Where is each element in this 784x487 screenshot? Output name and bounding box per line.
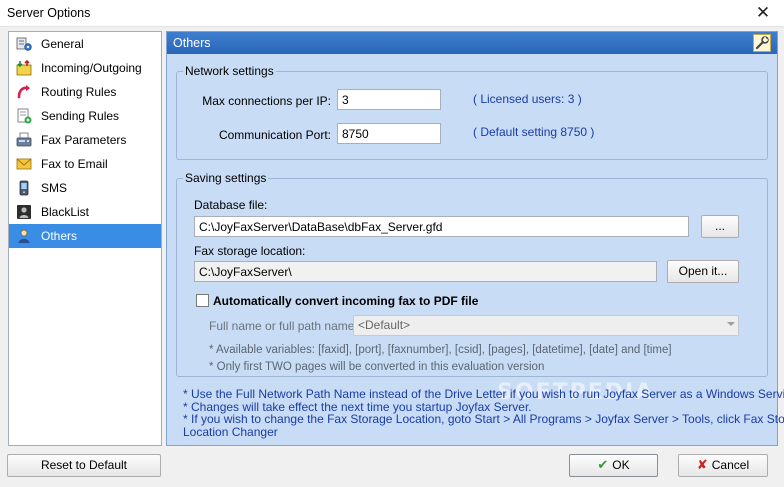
browse-database-button[interactable]: ... <box>701 215 739 238</box>
convert-pdf-label[interactable]: Automatically convert incoming fax to PD… <box>213 294 478 308</box>
saving-settings-legend: Saving settings <box>185 171 267 185</box>
options-panel: Others Network settings Max connections … <box>166 31 784 446</box>
fax-icon <box>16 132 32 148</box>
open-storage-button[interactable]: Open it... <box>667 260 739 283</box>
panel-header: Others <box>167 32 777 54</box>
footer-notes: * Use the Full Network Path Name instead… <box>183 387 784 439</box>
fax-storage-input[interactable] <box>194 261 657 282</box>
sidebar-item-label: General <box>41 37 84 51</box>
sidebar-item-label: SMS <box>41 181 68 195</box>
wrench-icon[interactable] <box>753 34 771 52</box>
full-name-value: <Default> <box>358 318 411 332</box>
title-bar: Server Options ✕ <box>0 0 784 27</box>
variables-hint: * Available variables: [faxid], [port], … <box>209 344 672 356</box>
database-file-label: Database file: <box>194 198 268 212</box>
full-name-label: Full name or full path name: <box>209 319 358 333</box>
checkmark-icon: ✔ <box>597 458 609 474</box>
note-line: * If you wish to change the Fax Storage … <box>183 412 784 426</box>
blacklist-icon <box>16 204 32 220</box>
communication-port-input[interactable] <box>337 123 441 144</box>
sidebar-item-blacklist[interactable]: BlackList <box>9 200 161 224</box>
ok-button[interactable]: ✔ OK <box>569 454 658 477</box>
max-connections-input[interactable] <box>337 89 441 110</box>
window-title: Server Options <box>7 6 91 20</box>
cancel-label: Cancel <box>711 458 750 472</box>
sidebar-item-label: Fax to Email <box>41 157 108 171</box>
network-settings-legend: Network settings <box>185 64 274 78</box>
convert-pdf-checkbox[interactable] <box>196 294 209 307</box>
sidebar-item-sms[interactable]: SMS <box>9 176 161 200</box>
sidebar-item-label: Fax Parameters <box>41 133 127 147</box>
database-file-input[interactable] <box>194 216 689 237</box>
full-name-dropdown[interactable]: <Default> <box>353 315 739 336</box>
sidebar-item-general[interactable]: General <box>9 32 161 56</box>
sidebar: General Incoming/Outgoing Routing Rules … <box>8 31 162 446</box>
ok-label: OK <box>612 458 630 472</box>
note-line: * Use the Full Network Path Name instead… <box>183 387 784 401</box>
sms-icon <box>16 180 32 196</box>
sending-icon <box>16 108 32 124</box>
reset-to-default-button[interactable]: Reset to Default <box>7 454 161 477</box>
sidebar-item-label: Others <box>41 229 78 243</box>
chevron-down-icon <box>727 322 735 326</box>
sidebar-item-routing-rules[interactable]: Routing Rules <box>9 80 161 104</box>
general-icon <box>16 36 32 52</box>
sidebar-item-others[interactable]: Others <box>9 224 161 248</box>
fax-storage-label: Fax storage location: <box>194 244 306 258</box>
max-connections-label: Max connections per IP: <box>202 94 331 108</box>
sidebar-item-label: BlackList <box>41 205 90 219</box>
licensed-users-note: ( Licensed users: 3 ) <box>473 92 582 106</box>
sidebar-item-label: Routing Rules <box>41 85 117 99</box>
evaluation-hint: * Only first TWO pages will be converted… <box>209 361 545 373</box>
inout-icon <box>16 60 32 76</box>
sidebar-item-fax-to-email[interactable]: Fax to Email <box>9 152 161 176</box>
network-settings-group: Network settings <box>176 64 768 160</box>
sidebar-item-fax-parameters[interactable]: Fax Parameters <box>9 128 161 152</box>
default-port-note: ( Default setting 8750 ) <box>473 125 595 139</box>
panel-title: Others <box>173 36 211 50</box>
communication-port-label: Communication Port: <box>218 128 331 142</box>
others-icon <box>16 228 32 244</box>
sidebar-item-label: Sending Rules <box>41 109 120 123</box>
routing-icon <box>16 84 32 100</box>
sidebar-item-sending-rules[interactable]: Sending Rules <box>9 104 161 128</box>
cross-icon: ✘ <box>696 458 708 474</box>
note-line: Location Changer <box>183 424 278 439</box>
close-icon[interactable]: ✕ <box>752 2 774 24</box>
email-icon <box>16 156 32 172</box>
cancel-button[interactable]: ✘ Cancel <box>678 454 768 477</box>
sidebar-item-label: Incoming/Outgoing <box>41 61 142 75</box>
sidebar-item-incoming-outgoing[interactable]: Incoming/Outgoing <box>9 56 161 80</box>
